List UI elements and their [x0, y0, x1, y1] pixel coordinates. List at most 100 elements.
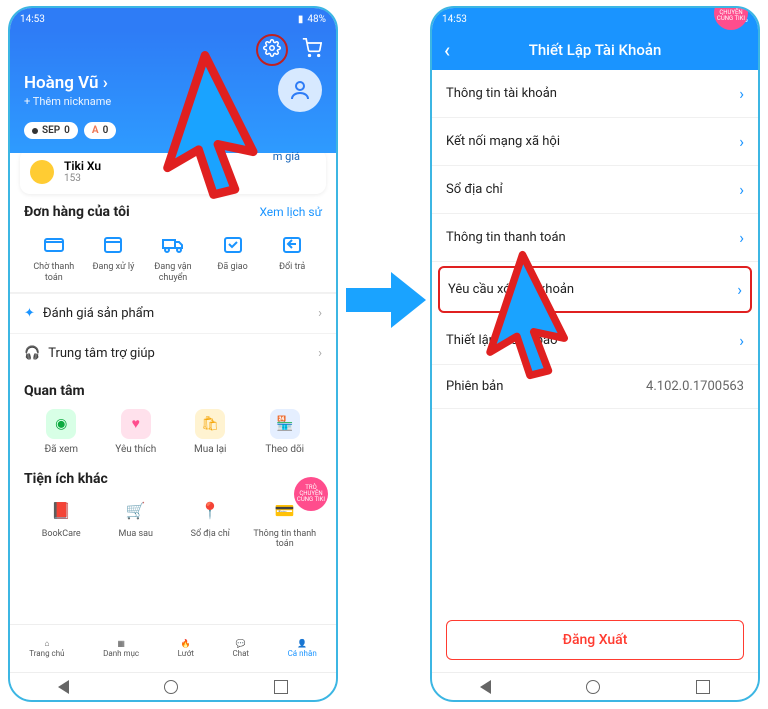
nav-profile[interactable]: 👤Cá nhân — [288, 639, 317, 658]
cart-later-icon: 🛒 — [122, 497, 150, 525]
order-pending[interactable]: Chờ thanh toán — [24, 230, 84, 284]
chevron-right-icon: › — [318, 306, 322, 321]
settings-address[interactable]: Sổ địa chỉ› — [432, 166, 758, 214]
chevron-right-icon: › — [103, 73, 108, 93]
settings-delete-account[interactable]: Yêu cầu xóa tài khoản› — [438, 266, 752, 313]
logout-button[interactable]: Đăng Xuất — [446, 620, 744, 660]
care-favorite[interactable]: ♥Yêu thích — [99, 409, 174, 455]
user-block[interactable]: Hoàng Vũ › + Thêm nickname — [24, 73, 111, 108]
settings-social[interactable]: Kết nối mạng xã hội› — [432, 118, 758, 166]
nav-feed[interactable]: 🔥Lướt — [178, 639, 194, 658]
account-header: Hoàng Vũ › + Thêm nickname SEP 0 A 0 — [10, 30, 336, 153]
order-shipping[interactable]: Đang vận chuyển — [143, 230, 203, 284]
chevron-right-icon: › — [739, 331, 744, 350]
utils-title: Tiện ích khác — [24, 471, 322, 487]
settings-highlight-circle — [256, 34, 288, 66]
status-bar: 14:53 ▮ 48% — [432, 8, 758, 30]
truck-icon — [159, 230, 187, 258]
delivered-icon — [219, 230, 247, 258]
util-bookcare[interactable]: 📕BookCare — [24, 497, 99, 551]
tiki-xu-value: 153 — [64, 173, 101, 184]
status-bar: 14:53 ▮ 48% — [10, 8, 336, 30]
nav-home[interactable]: ⌂Trang chủ — [29, 639, 64, 658]
chat-badge[interactable]: TRÒ CHUYỆN CÙNG TIKI — [294, 477, 328, 511]
settings-header: ‹ Thiết Lập Tài Khoản — [432, 30, 758, 70]
care-viewed[interactable]: ◉Đã xem — [24, 409, 99, 455]
back-softkey[interactable] — [480, 680, 491, 694]
order-delivered[interactable]: Đã giao — [203, 230, 263, 284]
coin-icon — [30, 160, 54, 184]
history-link[interactable]: Xem lịch sử — [259, 205, 322, 219]
battery-text: 48% — [307, 14, 326, 25]
wallet-icon — [40, 230, 68, 258]
heart-icon: ♥ — [121, 409, 151, 439]
order-return[interactable]: Đổi trả — [262, 230, 322, 284]
chip-a[interactable]: A 0 — [84, 122, 116, 139]
care-rebuy[interactable]: 🛍Mua lại — [173, 409, 248, 455]
avatar[interactable] — [278, 68, 322, 112]
star-icon: ✦ — [24, 306, 35, 321]
back-softkey[interactable] — [58, 680, 69, 694]
chevron-right-icon: › — [739, 180, 744, 199]
store-icon: 🏪 — [270, 409, 300, 439]
return-icon — [278, 230, 306, 258]
settings-title: Thiết Lập Tài Khoản — [529, 41, 662, 59]
grid-icon: ▦ — [117, 639, 125, 648]
back-button[interactable]: ‹ — [444, 38, 450, 62]
android-nav — [10, 672, 336, 700]
bag-icon: 🛍 — [195, 409, 225, 439]
user-name: Hoàng Vũ — [24, 73, 98, 93]
chat-icon: 💬 — [236, 639, 246, 648]
tiki-xu-label: Tiki Xu — [64, 159, 101, 173]
eye-icon: ◉ — [46, 409, 76, 439]
add-nickname-link[interactable]: + Thêm nickname — [24, 95, 111, 108]
box-icon — [99, 230, 127, 258]
orders-section: Đơn hàng của tôi Xem lịch sử Chờ thanh t… — [10, 194, 336, 286]
chevron-right-icon: › — [737, 280, 742, 299]
status-time: 14:53 — [442, 14, 467, 25]
utils-section: Tiện ích khác — [10, 461, 336, 489]
care-follow[interactable]: 🏪Theo dõi — [248, 409, 323, 455]
nav-category[interactable]: ▦Danh mục — [103, 639, 139, 658]
phone-settings-screen: 14:53 ▮ 48% ‹ Thiết Lập Tài Khoản Thông … — [430, 6, 760, 702]
bottom-nav: ⌂Trang chủ ▦Danh mục 🔥Lướt 💬Chat 👤Cá nhâ… — [10, 624, 336, 672]
person-icon: 👤 — [297, 639, 307, 648]
status-time: 14:53 — [20, 14, 45, 25]
chip-sep[interactable]: SEP 0 — [24, 122, 78, 139]
settings-list: Thông tin tài khoản› Kết nối mạng xã hội… — [432, 70, 758, 409]
android-nav — [432, 672, 758, 700]
home-softkey[interactable] — [164, 680, 178, 694]
chevron-right-icon: › — [739, 84, 744, 103]
settings-account-info[interactable]: Thông tin tài khoản› — [432, 70, 758, 118]
settings-notifications[interactable]: Thiết lập thông báo› — [432, 317, 758, 365]
gear-icon[interactable] — [263, 39, 281, 61]
care-title: Quan tâm — [24, 383, 322, 399]
tutorial-arrow — [346, 270, 426, 330]
phone-account-screen: 14:53 ▮ 48% Hoàng Vũ › + Thêm nickname — [8, 6, 338, 702]
cart-icon[interactable] — [302, 38, 322, 62]
discount-hint: m giá — [273, 150, 300, 163]
chevron-right-icon: › — [739, 132, 744, 151]
recents-softkey[interactable] — [696, 680, 710, 694]
chevron-right-icon: › — [318, 346, 322, 361]
home-icon: ⌂ — [44, 639, 49, 648]
care-section: Quan tâm — [10, 373, 336, 401]
book-icon: 📕 — [47, 497, 75, 525]
status-right: ▮ 48% — [298, 14, 326, 25]
chevron-right-icon: › — [739, 228, 744, 247]
recents-softkey[interactable] — [274, 680, 288, 694]
headset-icon: 🎧 — [24, 346, 40, 361]
help-center-row[interactable]: 🎧Trung tâm trợ giúp › — [10, 333, 336, 373]
util-address[interactable]: 📍Sổ địa chỉ — [173, 497, 248, 551]
fire-icon: 🔥 — [181, 639, 191, 648]
signal-icon: ▮ — [298, 14, 304, 25]
settings-version: Phiên bản4.102.0.1700563 — [432, 365, 758, 409]
orders-title: Đơn hàng của tôi — [24, 204, 130, 220]
util-buylater[interactable]: 🛒Mua sau — [99, 497, 174, 551]
review-products-row[interactable]: ✦Đánh giá sản phẩm › — [10, 293, 336, 333]
order-processing[interactable]: Đang xử lý — [84, 230, 144, 284]
settings-payment[interactable]: Thông tin thanh toán› — [432, 214, 758, 262]
home-softkey[interactable] — [586, 680, 600, 694]
nav-chat[interactable]: 💬Chat — [232, 639, 249, 658]
pin-icon: 📍 — [196, 497, 224, 525]
